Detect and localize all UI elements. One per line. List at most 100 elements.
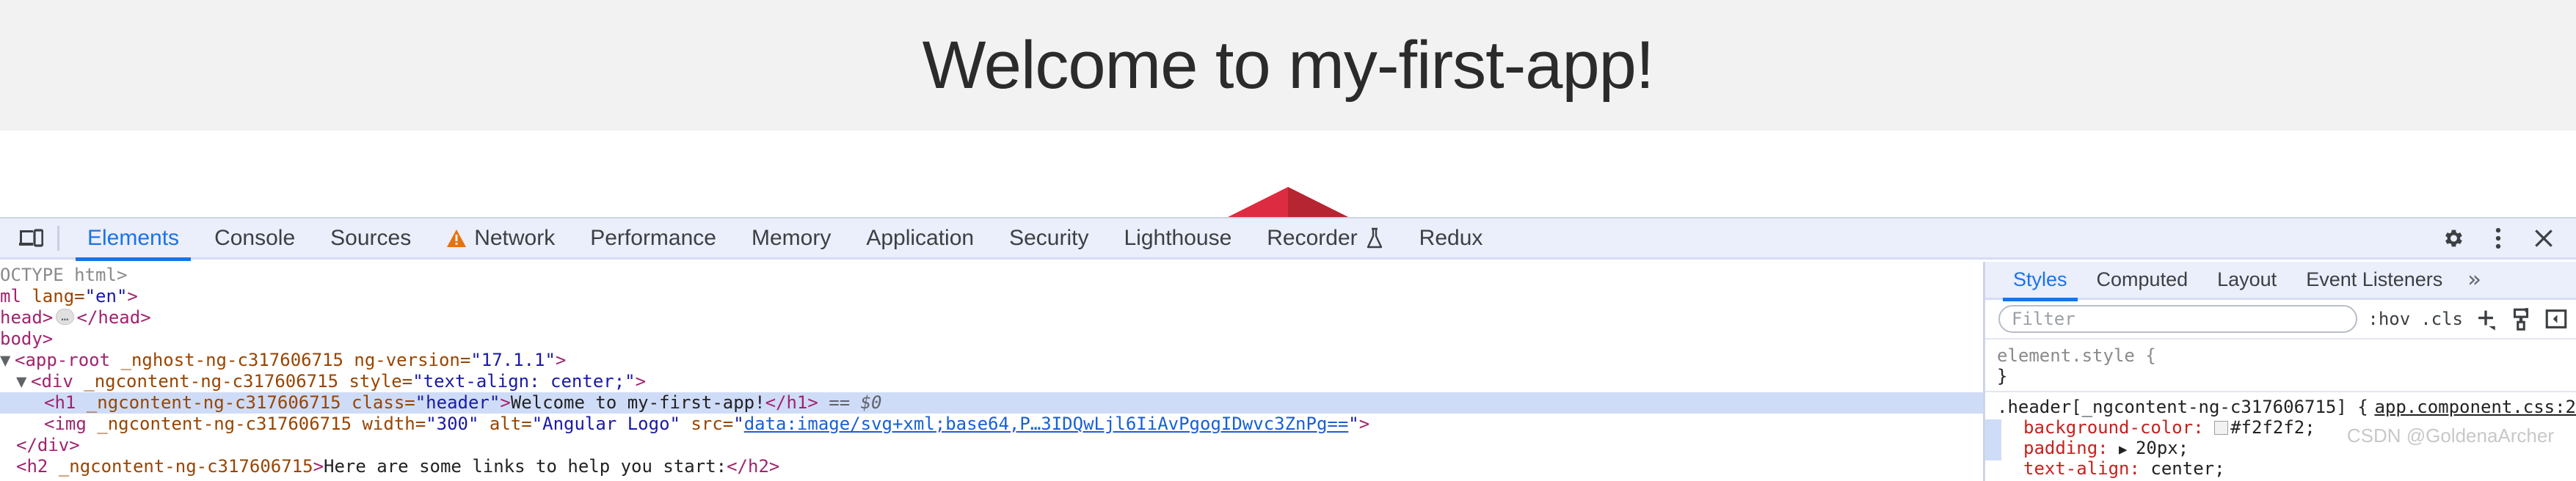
dom-token: > — [313, 456, 324, 477]
dom-token: " — [733, 414, 744, 434]
dom-tree-line[interactable]: body> — [0, 328, 53, 350]
dom-token: Here are some links to help you start: — [324, 456, 727, 477]
styles-sidebar-tabbar: Styles Computed Layout Event Listeners » — [1985, 262, 2576, 301]
dom-token: _ngcontent-ng-c317606715 style= — [84, 371, 413, 392]
css-property-value[interactable]: #f2f2f2; — [2230, 417, 2315, 438]
devtools-tabbar: Elements Console Sources Network Perform… — [0, 218, 2576, 261]
css-property-name[interactable]: padding: — [2023, 438, 2119, 458]
tab-performance-label: Performance — [590, 225, 716, 250]
dom-token: </h2> — [727, 456, 780, 477]
tab-sources-label: Sources — [330, 225, 412, 250]
dom-token: </div> — [16, 435, 80, 455]
dom-tree-line[interactable]: <h2 _ngcontent-ng-c317606715>Here are so… — [0, 456, 779, 477]
dom-token: head> — [0, 307, 54, 328]
css-property-value[interactable]: 20px; — [2136, 438, 2188, 458]
more-tabs-icon[interactable]: » — [2457, 267, 2491, 293]
flask-icon — [1365, 227, 1384, 249]
watermark-text: CSDN @GoldenaArcher — [2346, 425, 2554, 447]
toggle-sidebar-icon[interactable] — [2544, 306, 2569, 331]
tab-sources[interactable]: Sources — [313, 218, 429, 259]
styles-sidebar-pane: Styles Computed Layout Event Listeners » — [1985, 262, 2576, 481]
dom-tree-line[interactable]: ▼ <app-root _nghost-ng-c317606715 ng-vers… — [0, 350, 566, 371]
tab-styles[interactable]: Styles — [1998, 262, 2082, 301]
css-selector: .header[_ngcontent-ng-c317606715] { — [1997, 397, 2368, 417]
styles-filter-input[interactable] — [1998, 305, 2358, 333]
css-selector-line[interactable]: element.style { — [1997, 345, 2576, 366]
dom-tree-pane[interactable]: OCTYPE html> ml lang="en"> head>… </head> bo… — [0, 262, 1985, 481]
dom-tree-line[interactable]: <img _ngcontent-ng-c317606715 width="300… — [0, 414, 1369, 435]
dom-tree-line[interactable]: ml lang="en"> — [0, 286, 138, 307]
tab-security[interactable]: Security — [992, 218, 1106, 259]
tab-layout[interactable]: Layout — [2202, 262, 2291, 299]
tab-network[interactable]: Network — [429, 218, 572, 259]
dom-token: lang= — [32, 286, 85, 306]
close-icon[interactable] — [2523, 221, 2564, 255]
dom-token: "text-align: center;" — [412, 371, 636, 392]
dom-token: ml — [0, 286, 32, 306]
device-toolbar-icon[interactable] — [10, 221, 51, 255]
angular-logo-icon — [1206, 184, 1370, 217]
dom-token: body> — [0, 328, 54, 349]
tab-computed[interactable]: Computed — [2082, 262, 2203, 299]
tab-console-label: Console — [214, 225, 296, 250]
gear-icon[interactable] — [2432, 221, 2473, 255]
web-page-viewport: Welcome to my-first-app! — [0, 0, 2576, 217]
hov-toggle-button[interactable]: :hov — [2368, 309, 2410, 329]
tab-lighthouse[interactable]: Lighthouse — [1106, 218, 1249, 259]
dom-token: OCTYPE html> — [0, 265, 128, 285]
tab-lighthouse-label: Lighthouse — [1124, 225, 1232, 250]
cls-toggle-button[interactable]: .cls — [2420, 309, 2463, 329]
dom-token: "17.1.1" — [470, 350, 556, 370]
tab-redux[interactable]: Redux — [1402, 218, 1501, 259]
tab-performance[interactable]: Performance — [572, 218, 734, 259]
dom-tree-line[interactable]: head>… </head> — [0, 307, 151, 328]
css-property-name[interactable]: background-color: — [2023, 417, 2214, 438]
css-rule-close: } — [1997, 366, 2008, 386]
dom-token: _nghost-ng-c317606715 ng-version= — [120, 350, 471, 370]
dom-tree-line[interactable]: ▼ <div _ngcontent-ng-c317606715 style="te… — [0, 371, 646, 392]
stylesheet-source-link[interactable]: app.component.css:2 — [2374, 397, 2576, 417]
dom-token: <h1 — [44, 392, 87, 413]
expand-shorthand-icon[interactable]: ▶ — [2119, 439, 2136, 460]
dom-token: "Angular Logo" — [531, 414, 680, 434]
tab-elements-label: Elements — [87, 225, 180, 250]
css-selector-line[interactable]: .header[_ngcontent-ng-c317606715] { app.c… — [1997, 397, 2576, 417]
dom-token: </head> — [76, 307, 151, 328]
dom-token: _ngcontent-ng-c317606715 width= — [97, 414, 426, 434]
toolbar-divider — [57, 225, 59, 251]
collapsed-children-icon: … — [56, 309, 74, 325]
dom-token: > — [1358, 414, 1370, 434]
tab-console[interactable]: Console — [197, 218, 313, 259]
css-rule[interactable]: element.style {} — [1985, 345, 2576, 386]
styles-rules-list[interactable]: element.style {} .header[_ngcontent-ng-c3… — [1985, 339, 2576, 481]
dom-tree-line[interactable]: OCTYPE html> — [0, 265, 127, 286]
tab-elements[interactable]: Elements — [70, 218, 197, 261]
tab-application[interactable]: Application — [848, 218, 992, 259]
tab-recorder[interactable]: Recorder — [1249, 218, 1401, 259]
app-body — [0, 131, 2576, 217]
tab-event-listeners-label: Event Listeners — [2306, 268, 2443, 290]
color-swatch-icon[interactable] — [2214, 421, 2229, 435]
css-declaration[interactable]: text-align: center; — [1997, 458, 2576, 479]
element-classes-icon[interactable] — [2508, 306, 2533, 331]
dom-token: alt= — [479, 414, 532, 434]
dom-token: data:image/svg+xml;base64,P…3IDQwLjl6IiA… — [743, 414, 1349, 434]
kebab-menu-icon[interactable] — [2478, 221, 2519, 255]
devtools-panel: Elements Console Sources Network Perform… — [0, 217, 2576, 481]
css-property-name[interactable]: text-align: — [2023, 458, 2150, 479]
warning-triangle-icon — [446, 229, 467, 248]
dom-token: Welcome to my-first-app! — [510, 392, 765, 413]
dom-tree-line[interactable]: <h1 _ngcontent-ng-c317606715 class="head… — [0, 392, 1983, 414]
tab-event-listeners[interactable]: Event Listeners — [2291, 262, 2457, 299]
dom-token: <app-root — [15, 350, 121, 370]
rule-divider — [1985, 391, 2576, 392]
dom-token: <img — [44, 414, 98, 434]
dom-token: <h2 — [16, 456, 59, 477]
css-property-value[interactable]: center; — [2150, 458, 2224, 479]
dom-token: </h1> — [765, 392, 818, 413]
dom-token: _ngcontent-ng-c317606715 — [58, 456, 313, 477]
tab-memory[interactable]: Memory — [734, 218, 848, 259]
dom-tree-line[interactable]: </div> — [0, 435, 80, 456]
tab-styles-label: Styles — [2013, 268, 2067, 290]
new-style-rule-icon[interactable] — [2473, 306, 2498, 331]
